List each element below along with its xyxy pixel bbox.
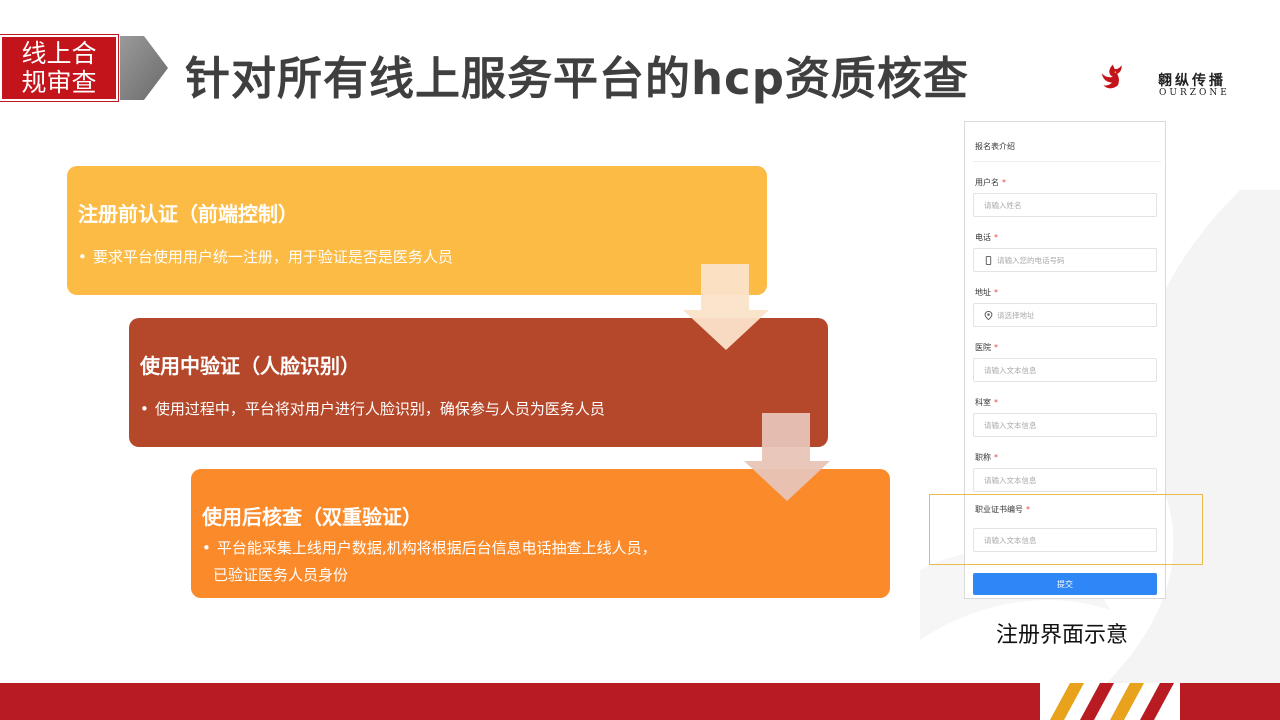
license-field-highlight <box>929 494 1203 565</box>
bullet-icon: • <box>78 248 87 266</box>
field-label-phone: 电话 * <box>975 233 998 242</box>
step-bullet: • 平台能采集上线用户数据,机构将根据后台信息电话抽查上线人员， 已验证医务人员身… <box>202 535 657 589</box>
step-title: 使用中验证（人脸识别） <box>140 354 360 378</box>
page-title: 针对所有线上服务平台的hcp资质核查 <box>185 52 969 105</box>
step-title: 注册前认证（前端控制） <box>78 202 298 226</box>
chevron-right-icon <box>120 36 168 100</box>
field-label-department: 科室 * <box>975 398 998 407</box>
logo-name-en: OURZONE <box>1159 88 1230 98</box>
hospital-input[interactable]: 请输入文本信息 <box>973 358 1157 382</box>
section-tag-line2: 规审查 <box>21 68 97 97</box>
decorative-stripes <box>1040 683 1180 720</box>
step-bullet: • 要求平台使用用户统一注册，用于验证是否是医务人员 <box>78 244 453 271</box>
step-title: 使用后核查（双重验证） <box>202 505 422 529</box>
eagle-logo-icon <box>1101 64 1122 89</box>
field-label-address: 地址 * <box>975 288 998 297</box>
submit-button[interactable]: 提交 <box>973 573 1157 595</box>
bullet-icon: • <box>202 539 211 557</box>
logo-name-cn: 翱纵传播 <box>1158 73 1226 89</box>
phone-input[interactable]: 请输入您的电话号码 <box>973 248 1157 272</box>
step-card-pre-registration: 注册前认证（前端控制） • 要求平台使用用户统一注册，用于验证是否是医务人员 <box>67 166 767 295</box>
location-pin-icon <box>984 310 993 320</box>
arrow-down-icon <box>744 413 830 501</box>
step-bullet-text: 平台能采集上线用户数据,机构将根据后台信息电话抽查上线人员， <box>216 539 657 557</box>
form-intro: 报名表介绍 <box>975 142 1015 151</box>
arrow-down-icon <box>683 264 769 350</box>
step-bullet-text: 要求平台使用用户统一注册，用于验证是否是医务人员 <box>92 248 453 266</box>
department-input[interactable]: 请输入文本信息 <box>973 413 1157 437</box>
bullet-icon: • <box>140 400 149 418</box>
address-select[interactable]: 请选择地址 <box>973 303 1157 327</box>
phone-icon <box>985 255 992 265</box>
job-title-input[interactable]: 请输入文本信息 <box>973 468 1157 492</box>
section-tag-line1: 线上合 <box>21 39 97 68</box>
form-divider <box>973 161 1161 162</box>
field-label-hospital: 医院 * <box>975 343 998 352</box>
step-bullet-text-cont: 已验证医务人员身份 <box>213 566 349 584</box>
form-caption: 注册界面示意 <box>996 623 1129 648</box>
section-tag: 线上合 规审查 <box>0 35 118 101</box>
field-label-username: 用户名 * <box>975 178 1006 187</box>
step-bullet-text: 使用过程中，平台将对用户进行人脸识别，确保参与人员为医务人员 <box>154 400 605 418</box>
step-bullet: • 使用过程中，平台将对用户进行人脸识别，确保参与人员为医务人员 <box>140 396 605 423</box>
username-input[interactable]: 请输入姓名 <box>973 193 1157 217</box>
field-label-title: 职称 * <box>975 453 998 462</box>
